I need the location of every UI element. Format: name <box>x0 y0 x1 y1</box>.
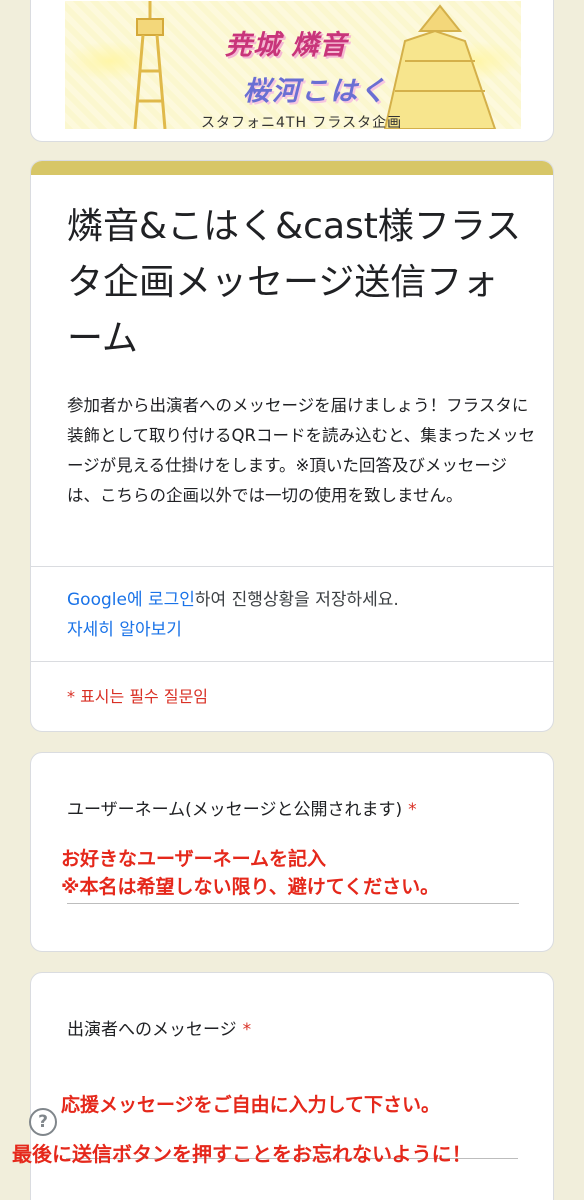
learn-more-link[interactable]: 자세히 알아보기 <box>67 615 182 640</box>
login-prompt: Google에 로그인하여 진행상황을 저장하세요. <box>67 585 399 610</box>
form-title: 燐音&こはく&cast様フラスタ企画メッセージ送信フォーム <box>67 206 522 359</box>
question-label-text: 出演者へのメッセージ <box>67 1020 237 1040</box>
banner-title-line2: 桜河こはく <box>243 76 388 107</box>
required-note: * 표시는 필수 질문임 <box>67 687 209 706</box>
divider <box>31 566 553 567</box>
annotation-hint: お好きなユーザーネームを記入 ※本名は希望しない限り、避けてください。 <box>61 845 439 901</box>
divider <box>31 661 553 662</box>
hint-line: お好きなユーザーネームを記入 <box>61 848 327 870</box>
question-username-card: ユーザーネーム(メッセージと公開されます) * お好きなユーザーネームを記入 ※本… <box>30 752 554 952</box>
question-label-text: ユーザーネーム(メッセージと公開されます) <box>67 800 403 820</box>
required-asterisk: * <box>242 1020 252 1040</box>
question-label: 出演者へのメッセージ * <box>67 1015 251 1040</box>
form-title-card: 燐音&こはく&cast様フラスタ企画メッセージ送信フォーム 参加者から出演者への… <box>30 160 554 732</box>
banner-subtitle: スタフォニ4TH フラスタ企画 <box>201 115 403 131</box>
tower-illustration <box>133 1 167 129</box>
header-banner-card: 尭城 燐音 桜河こはく スタフォニ4TH フラスタ企画 <box>30 0 554 142</box>
footer-annotation: 最後に送信ボタンを押すことをお忘れないように！ <box>12 1142 472 1166</box>
form-description: 参加者から出演者へのメッセージを届けましょう！フラスタに装飾として取り付けるQR… <box>67 396 536 505</box>
question-label: ユーザーネーム(メッセージと公開されます) * <box>67 795 417 820</box>
header-banner-image: 尭城 燐音 桜河こはく スタフォニ4TH フラスタ企画 <box>65 1 521 131</box>
annotation-hint: 応援メッセージをご自由に入力して下さい。 <box>61 1091 440 1119</box>
login-prompt-text: 하여 진행상황을 저장하세요. <box>194 590 399 610</box>
castle-illustration <box>383 4 497 129</box>
hint-line: 応援メッセージをご自由に入力して下さい。 <box>61 1094 441 1116</box>
banner-title-line1: 尭城 燐音 <box>225 30 348 61</box>
required-asterisk: * <box>408 800 417 820</box>
help-icon[interactable]: ? <box>29 1108 57 1136</box>
hint-line: ※本名は希望しない限り、避けてください。 <box>61 876 440 898</box>
login-link[interactable]: Google에 로그인 <box>67 590 195 610</box>
accent-bar <box>31 161 553 175</box>
username-input[interactable] <box>67 903 519 904</box>
